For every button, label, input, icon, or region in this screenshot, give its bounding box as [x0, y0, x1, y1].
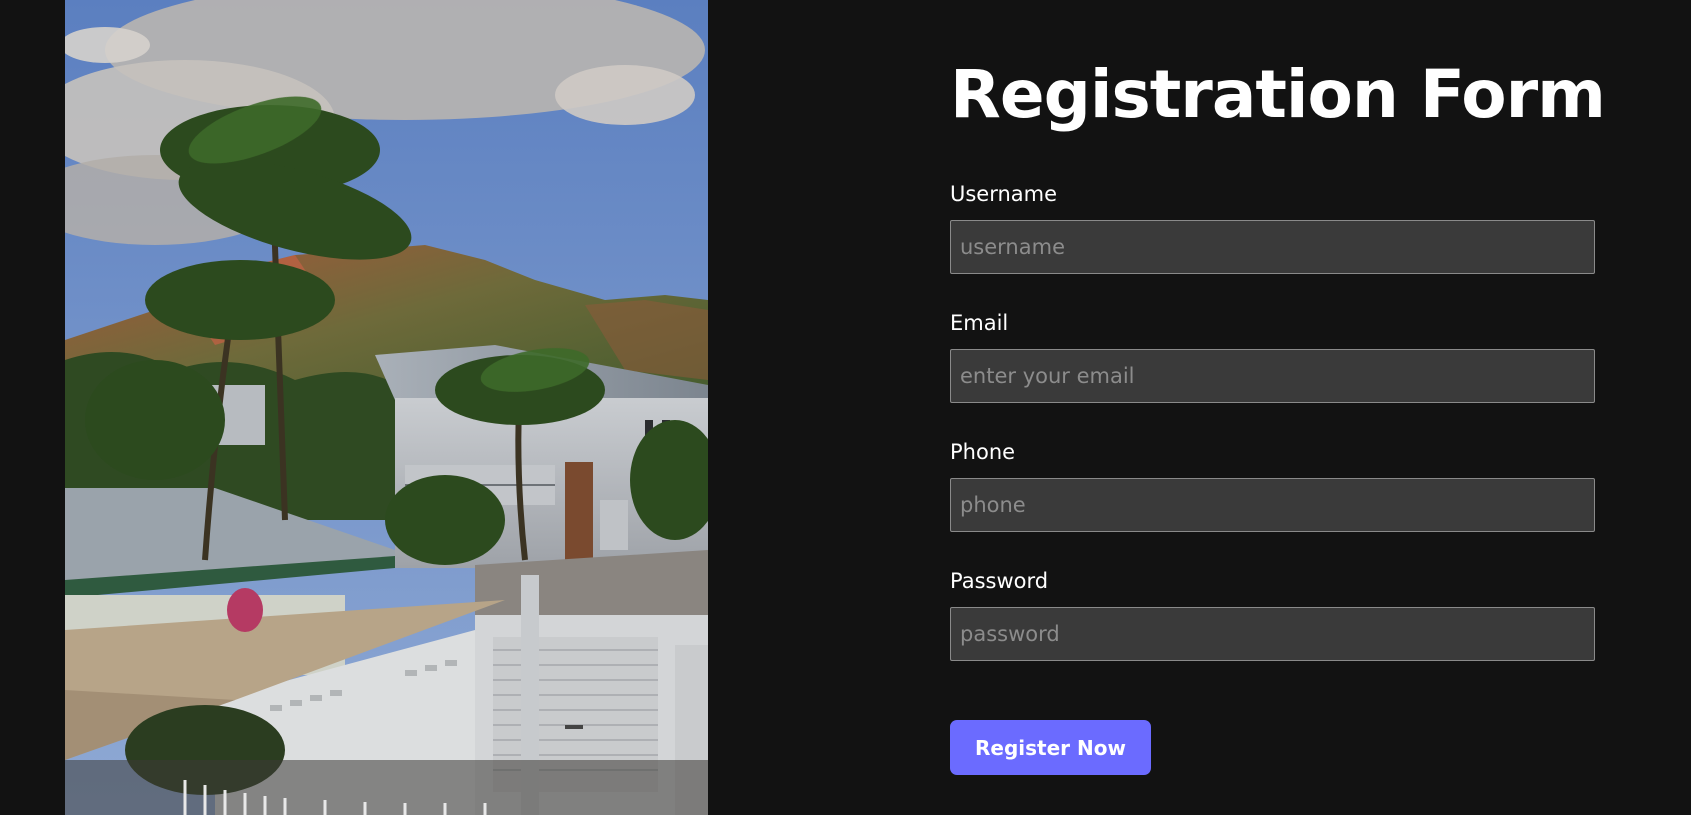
username-input[interactable]	[950, 220, 1595, 274]
password-input[interactable]	[950, 607, 1595, 661]
password-label: Password	[950, 569, 1049, 593]
username-label: Username	[950, 182, 1058, 206]
register-button[interactable]: Register Now	[950, 720, 1151, 775]
password-field: Password	[950, 567, 1595, 661]
email-field: Email	[950, 309, 1595, 403]
email-input[interactable]	[950, 349, 1595, 403]
phone-input[interactable]	[950, 478, 1595, 532]
phone-field: Phone	[950, 438, 1595, 532]
form-title: Registration Form	[950, 56, 1606, 133]
username-field: Username	[950, 180, 1595, 274]
registration-form: Registration Form Username Email Phone P…	[950, 0, 1606, 815]
hero-photo-illustration	[65, 0, 708, 815]
hero-photo	[65, 0, 708, 815]
email-label: Email	[950, 311, 1009, 335]
registration-page: Registration Form Username Email Phone P…	[0, 0, 1691, 815]
phone-label: Phone	[950, 440, 1016, 464]
